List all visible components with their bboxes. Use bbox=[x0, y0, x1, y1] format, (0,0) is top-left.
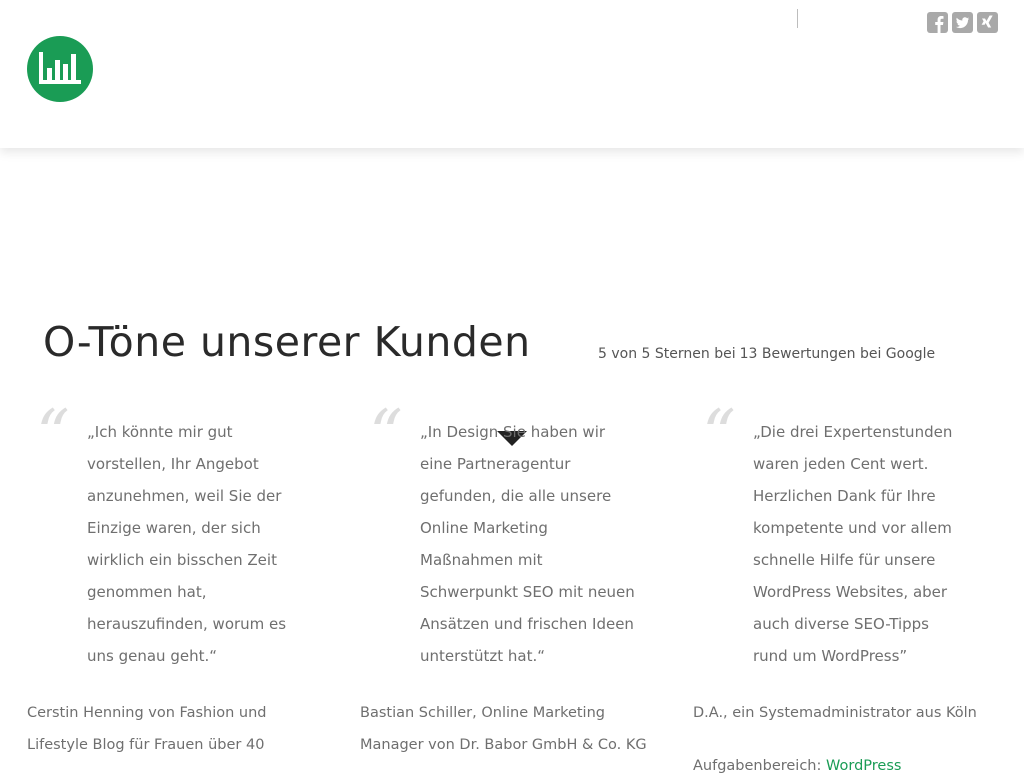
rating-count: 13 Bewertungen bei Google bbox=[739, 346, 936, 362]
testimonial-quote-3: „Die drei Expertenstunden waren jeden Ce… bbox=[753, 423, 953, 665]
rating-score: 5 von 5 Sternen bei bbox=[598, 346, 736, 362]
google-rating: 5 von 5 Sternen bei 13 Bewertungen bei Go… bbox=[598, 346, 939, 362]
quote-mark-icon: “ bbox=[369, 396, 403, 473]
testimonial-author-1: Cerstin Henning von Fashion und Lifestyl… bbox=[27, 705, 267, 753]
bar-chart-logo-icon bbox=[39, 52, 81, 84]
testimonial-area: Aufgabenbereich: WordPress bbox=[693, 754, 901, 778]
testimonial-quote-2: „In Design Sie haben wir eine Partnerage… bbox=[420, 423, 635, 665]
header-divider bbox=[797, 9, 798, 28]
testimonial-author-3: D.A., ein Systemadministrator aus Köln bbox=[693, 705, 977, 721]
twitter-icon[interactable] bbox=[952, 12, 973, 33]
testimonial-author-2: Bastian Schiller, Online Marketing Manag… bbox=[360, 705, 647, 753]
testimonial-quote-1: „Ich könnte mir gut vorstellen, Ihr Ange… bbox=[87, 423, 287, 665]
quote-mark-icon: “ bbox=[36, 396, 70, 473]
facebook-icon[interactable] bbox=[927, 12, 948, 33]
site-header bbox=[0, 0, 1024, 148]
section-title: O-Töne unserer Kunden bbox=[43, 318, 531, 366]
xing-icon[interactable] bbox=[977, 12, 998, 33]
area-link-wordpress[interactable]: WordPress bbox=[826, 758, 901, 774]
logo[interactable] bbox=[27, 36, 93, 102]
area-label: Aufgabenbereich: bbox=[693, 758, 822, 774]
quote-mark-icon: “ bbox=[702, 396, 736, 473]
